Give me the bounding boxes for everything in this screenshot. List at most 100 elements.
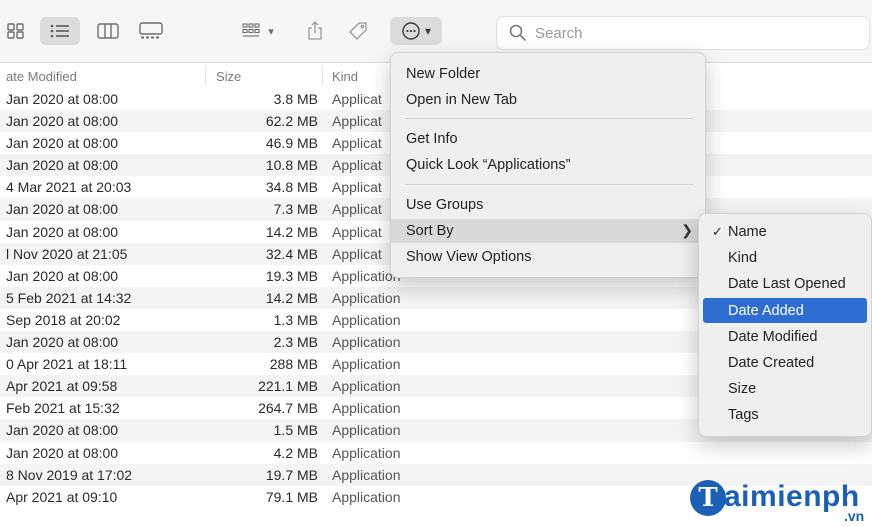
sort-option-tags[interactable]: Tags: [703, 402, 867, 427]
row-date-modified: Jan 2020 at 08:00: [6, 422, 119, 439]
menu-item-sort-by[interactable]: Sort By ❯: [391, 219, 705, 243]
row-date-modified: Jan 2020 at 08:00: [6, 201, 119, 218]
row-kind: Application: [332, 466, 401, 483]
row-kind: Applicat: [332, 91, 382, 107]
menu-item-label: Quick Look “Applications”: [406, 157, 571, 173]
sort-option-date-last-opened[interactable]: Date Last Opened: [703, 271, 867, 296]
row-kind: Applicat: [332, 223, 382, 240]
sort-option-date-modified[interactable]: Date Modified: [703, 324, 867, 349]
row-size: 4.2 MB: [273, 444, 318, 461]
row-date-modified: Jan 2020 at 08:00: [6, 91, 119, 107]
sort-option-label: Tags: [728, 407, 759, 424]
menu-item-new-folder[interactable]: New Folder: [391, 62, 705, 86]
row-kind: Applicat: [332, 157, 382, 174]
sort-option-size[interactable]: Size: [703, 376, 867, 401]
watermark-logo-mark: T: [690, 480, 726, 516]
sort-option-label: Date Modified: [728, 328, 818, 345]
row-date-modified: Jan 2020 at 08:00: [6, 267, 119, 284]
row-date-modified: Jan 2020 at 08:00: [6, 135, 119, 152]
sort-option-label: Kind: [728, 250, 758, 267]
row-size: 221.1 MB: [258, 378, 318, 395]
row-size: 264.7 MB: [258, 400, 318, 417]
row-kind: Application: [332, 422, 401, 439]
search-field[interactable]: Search: [496, 16, 870, 50]
column-divider[interactable]: [205, 66, 206, 85]
row-size: 2.3 MB: [273, 334, 318, 351]
watermark-brand-text: aimienph: [724, 480, 860, 513]
menu-item-show-view-options[interactable]: Show View Options: [391, 245, 705, 269]
share-icon[interactable]: [302, 17, 328, 45]
row-kind: Application: [332, 289, 401, 306]
row-size: 32.4 MB: [265, 245, 318, 262]
row-date-modified: Jan 2020 at 08:00: [6, 334, 119, 351]
row-size: 34.8 MB: [265, 179, 318, 196]
column-kind[interactable]: Kind: [332, 69, 358, 84]
sort-option-label: Date Created: [728, 355, 815, 371]
search-placeholder: Search: [535, 24, 583, 42]
menu-item-quick-look[interactable]: Quick Look “Applications”: [391, 153, 705, 177]
action-menu-icon[interactable]: ▾: [390, 17, 442, 45]
row-date-modified: Jan 2020 at 08:00: [6, 113, 119, 130]
column-size[interactable]: Size: [216, 69, 241, 84]
tag-icon[interactable]: [344, 17, 372, 45]
row-kind: Applicat: [332, 179, 382, 196]
row-size: 14.2 MB: [265, 223, 318, 240]
row-size: 1.5 MB: [273, 422, 318, 439]
row-date-modified: 8 Nov 2019 at 17:02: [6, 466, 133, 483]
group-menu-icon[interactable]: ▾: [234, 17, 282, 45]
row-date-modified: Feb 2021 at 15:32: [6, 400, 120, 417]
row-size: 79.1 MB: [265, 488, 318, 505]
row-date-modified: 4 Mar 2021 at 20:03: [6, 179, 132, 196]
chevron-right-icon: ❯: [681, 222, 693, 238]
row-kind: Applicat: [332, 135, 382, 152]
column-date-modified[interactable]: ate Modified: [6, 69, 77, 84]
menu-item-label: New Folder: [406, 66, 481, 82]
menu-item-label: Open in New Tab: [406, 92, 517, 108]
row-date-modified: 0 Apr 2021 at 18:11: [6, 356, 128, 373]
row-size: 46.9 MB: [265, 135, 318, 152]
column-view-icon[interactable]: [92, 17, 124, 45]
row-kind: Application: [332, 378, 401, 395]
row-kind: Application: [332, 334, 401, 351]
row-size: 7.3 MB: [273, 201, 318, 218]
row-date-modified: 5 Feb 2021 at 14:32: [6, 289, 132, 306]
sort-option-date-created[interactable]: Date Created: [703, 350, 867, 375]
row-size: 14.2 MB: [265, 289, 318, 306]
menu-separator: [405, 118, 693, 119]
menu-separator: [405, 184, 693, 185]
chevron-down-icon: ▾: [424, 24, 432, 38]
sort-option-name[interactable]: ✓ Name: [703, 219, 867, 244]
row-date-modified: Jan 2020 at 08:00: [6, 223, 119, 240]
row-kind: Application: [332, 444, 401, 461]
menu-item-label: Show View Options: [406, 249, 532, 265]
sort-by-submenu: ✓ Name Kind Date Last Opened Date Added Date …: [698, 213, 872, 437]
sort-option-date-added[interactable]: Date Added: [703, 297, 867, 323]
row-size: 1.3 MB: [273, 311, 318, 328]
row-date-modified: Jan 2020 at 08:00: [6, 157, 119, 174]
sort-option-label: Size: [728, 381, 757, 398]
gallery-view-icon[interactable]: [134, 17, 168, 45]
checkmark-icon: ✓: [712, 224, 723, 239]
menu-item-use-groups[interactable]: Use Groups: [391, 193, 705, 217]
sort-option-label: Name: [728, 224, 767, 240]
row-kind: Application: [332, 356, 401, 373]
menu-item-label: Use Groups: [406, 197, 484, 213]
sort-option-kind[interactable]: Kind: [703, 245, 867, 270]
row-size: 19.3 MB: [265, 267, 318, 284]
row-date-modified: Apr 2021 at 09:10: [6, 488, 118, 505]
menu-item-open-in-new-tab[interactable]: Open in New Tab: [391, 88, 705, 112]
row-kind: Application: [332, 311, 401, 328]
chevron-down-icon: ▾: [268, 25, 274, 38]
row-size: 10.8 MB: [265, 157, 318, 174]
file-row[interactable]: Jan 2020 at 08:00 4.2 MB Application: [0, 441, 872, 464]
column-divider[interactable]: [322, 66, 323, 85]
sort-option-label: Date Last Opened: [728, 276, 846, 293]
row-kind: Application: [332, 488, 401, 505]
menu-item-get-info[interactable]: Get Info: [391, 127, 705, 151]
list-view-icon[interactable]: [40, 17, 80, 45]
row-kind: Application: [332, 400, 401, 417]
action-menu: New Folder Open in New Tab Get Info Quic…: [390, 52, 706, 278]
row-date-modified: Apr 2021 at 09:58: [6, 378, 118, 395]
menu-item-label: Get Info: [406, 131, 458, 147]
icon-view-icon[interactable]: [6, 17, 26, 45]
